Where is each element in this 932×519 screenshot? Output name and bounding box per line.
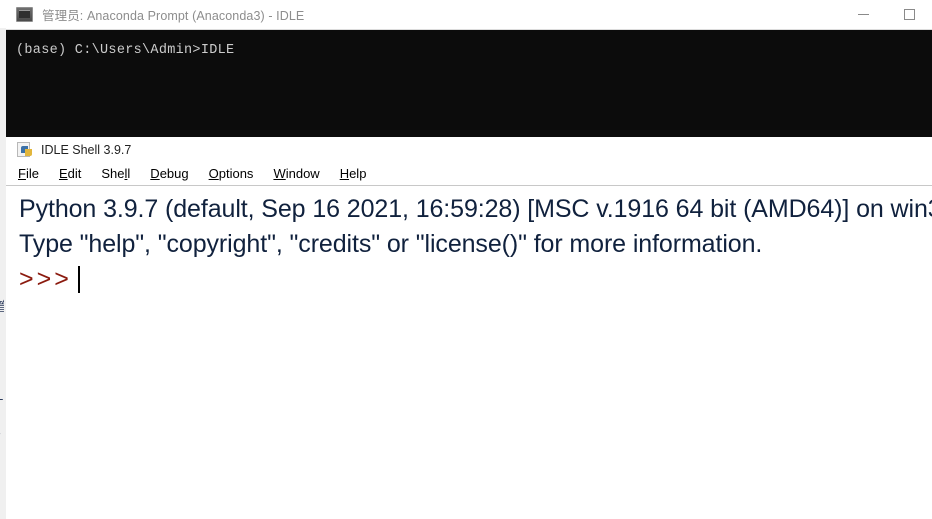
console-output-area[interactable]: (base) C:\Users\Admin>IDLE: [6, 30, 932, 137]
background-glyph-fragment: L: [0, 388, 4, 403]
maximize-icon: [903, 9, 915, 20]
menu-window[interactable]: Window: [273, 166, 319, 182]
minimize-button[interactable]: [840, 0, 886, 29]
menu-debug[interactable]: Debug: [150, 166, 188, 182]
text-area-left-margin: [6, 186, 9, 518]
idle-shell-window[interactable]: IDLE Shell 3.9.7 File Edit Shell Debug O…: [6, 137, 932, 519]
menu-file[interactable]: File: [18, 166, 39, 182]
background-glyph-fragment: 管: [0, 296, 4, 315]
shell-text-area[interactable]: Python 3.9.7 (default, Sep 16 2021, 16:5…: [6, 186, 932, 518]
anaconda-prompt-window[interactable]: 管理员: Anaconda Prompt (Anaconda3) - IDLE …: [6, 0, 932, 137]
background-glyph-fragment: \: [0, 338, 4, 353]
minimize-icon: [857, 14, 869, 15]
console-line: (base) C:\Users\Admin>IDLE: [16, 43, 235, 58]
background-glyph-fragment: r: [0, 428, 4, 443]
console-title: 管理员: Anaconda Prompt (Anaconda3) - IDLE: [42, 9, 305, 23]
shell-prompt-line[interactable]: >>>: [19, 262, 932, 297]
prompt-marker: >>>: [19, 265, 72, 293]
menu-edit[interactable]: Edit: [59, 166, 81, 182]
menu-shell[interactable]: Shell: [101, 166, 130, 182]
text-cursor: [77, 266, 80, 293]
shell-output-line: Type "help", "copyright", "credits" or "…: [19, 230, 763, 258]
screen-root: 管 \ L r 管理员: Anaconda Prompt (Anaconda3)…: [0, 0, 932, 519]
terminal-icon: [16, 7, 33, 22]
maximize-button[interactable]: [886, 0, 932, 29]
python-file-icon: [17, 142, 33, 158]
idle-menubar: File Edit Shell Debug Options Window Hel…: [6, 163, 932, 186]
idle-window-title: IDLE Shell 3.9.7: [41, 143, 132, 157]
shell-output-line: Python 3.9.7 (default, Sep 16 2021, 16:5…: [19, 195, 932, 223]
menu-options[interactable]: Options: [209, 166, 254, 182]
window-controls: [840, 0, 932, 29]
console-titlebar[interactable]: 管理员: Anaconda Prompt (Anaconda3) - IDLE: [6, 0, 932, 30]
idle-titlebar[interactable]: IDLE Shell 3.9.7: [6, 137, 932, 163]
menu-help[interactable]: Help: [340, 166, 367, 182]
